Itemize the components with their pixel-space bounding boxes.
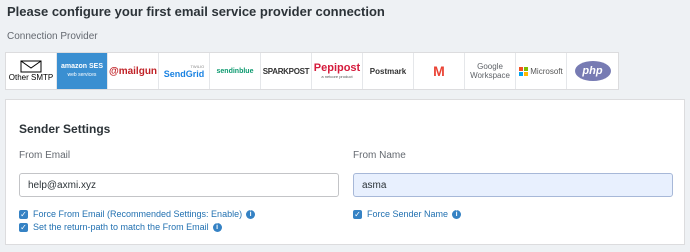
connection-provider-label: Connection Provider [7, 31, 98, 42]
checkbox-checked-icon[interactable]: ✓ [19, 222, 28, 232]
provider-label: php [574, 61, 611, 81]
provider-label: SPARKPOST [262, 66, 310, 76]
sender-settings-card: Sender Settings From Email help@axmi.xyz… [5, 99, 685, 245]
from-name-label: From Name [353, 150, 406, 161]
provider-label: @mailgun [108, 65, 158, 77]
provider-label: sendinblue [216, 67, 254, 75]
checkbox-checked-icon[interactable]: ✓ [19, 209, 28, 219]
provider-sublabel: Workspace [470, 71, 510, 80]
sender-settings-title: Sender Settings [19, 122, 111, 136]
provider-pepipost[interactable]: Pepipost a netcore product [312, 53, 363, 89]
microsoft-logo-icon [519, 66, 529, 76]
info-icon[interactable]: i [452, 209, 462, 219]
provider-sendinblue[interactable]: sendinblue [210, 53, 261, 89]
provider-selector: Other SMTP amazon SES web services @mail… [5, 52, 619, 90]
provider-sendgrid[interactable]: TWILIO SendGrid [159, 53, 210, 89]
provider-label: Microsoft [530, 66, 563, 76]
provider-postmark[interactable]: Postmark [363, 53, 414, 89]
gmail-icon: M [433, 63, 445, 79]
force-from-email-label: Force From Email (Recommended Settings: … [33, 209, 243, 219]
checkbox-checked-icon[interactable]: ✓ [353, 209, 362, 219]
info-icon[interactable]: i [212, 222, 222, 232]
provider-label: amazon SES [60, 63, 103, 70]
from-name-input[interactable]: asma [353, 173, 673, 197]
from-email-input[interactable]: help@axmi.xyz [19, 173, 339, 197]
provider-label: Google [477, 62, 503, 71]
envelope-icon [20, 60, 42, 73]
provider-mailgun[interactable]: @mailgun [108, 53, 159, 89]
info-icon[interactable]: i [246, 209, 256, 219]
provider-sublabel: web services [67, 72, 97, 78]
force-sender-name-option[interactable]: ✓ Force Sender Name i [353, 209, 462, 219]
provider-google-workspace[interactable]: Google Workspace [465, 53, 516, 89]
provider-label: Pepipost [313, 62, 361, 74]
from-email-label: From Email [19, 150, 71, 161]
force-from-email-option[interactable]: ✓ Force From Email (Recommended Settings… [19, 209, 256, 219]
provider-gmail[interactable]: M [414, 53, 465, 89]
provider-label: SendGrid [163, 68, 205, 79]
provider-sublabel: a netcore product [321, 74, 353, 79]
provider-label: Other SMTP [8, 73, 54, 82]
provider-php[interactable]: php [567, 53, 618, 89]
provider-sparkpost[interactable]: SPARKPOST [261, 53, 312, 89]
return-path-option[interactable]: ✓ Set the return-path to match the From … [19, 222, 222, 232]
page-title: Please configure your first email servic… [7, 4, 385, 19]
provider-other-smtp[interactable]: Other SMTP [6, 53, 57, 89]
return-path-label: Set the return-path to match the From Em… [33, 222, 209, 232]
provider-label: Postmark [369, 66, 407, 76]
force-sender-name-label: Force Sender Name [367, 209, 449, 219]
provider-amazon-ses[interactable]: amazon SES web services [57, 53, 108, 89]
provider-microsoft[interactable]: Microsoft [516, 53, 567, 89]
